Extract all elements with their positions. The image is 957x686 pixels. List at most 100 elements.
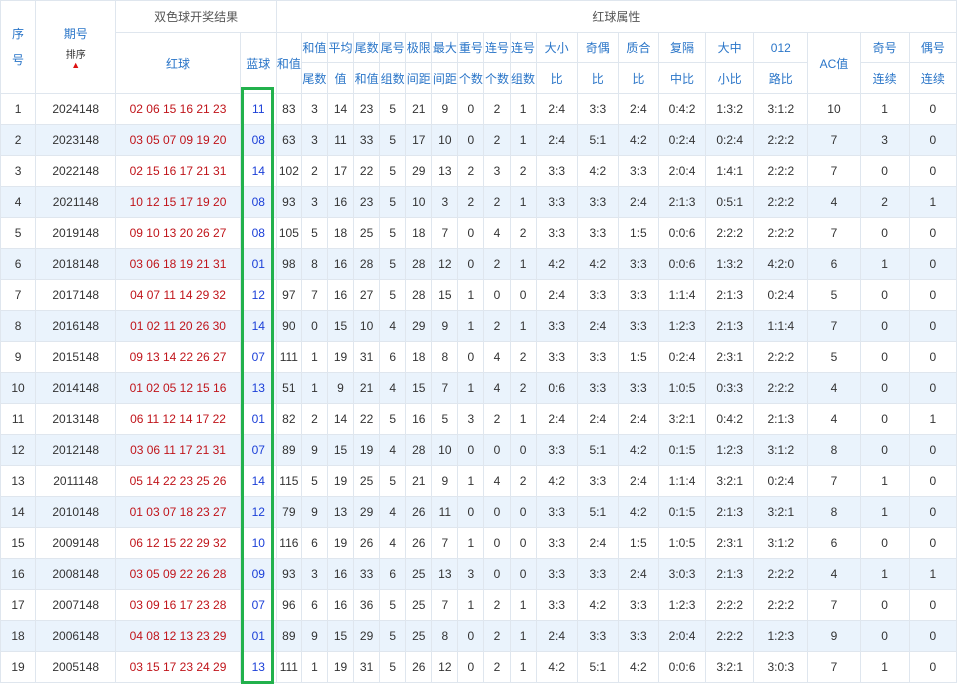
cell-route-012: 2:2:2	[753, 341, 809, 373]
cell-consecutive-count: 2	[483, 620, 511, 652]
cell-odd-streak: 1	[859, 496, 910, 528]
cell-blue-ball: 10	[239, 527, 277, 559]
cell-blue-ball: 07	[239, 341, 277, 373]
header-odd-streak-top: 奇号	[859, 32, 910, 63]
cell-seq: 17	[0, 589, 37, 621]
cell-blue-ball: 08	[239, 124, 277, 156]
cell-consecutive-groups: 1	[509, 93, 537, 125]
cell-period: 2008148	[35, 558, 117, 590]
cell-odd-streak: 0	[859, 527, 910, 559]
cell-repeat-count: 2	[457, 186, 485, 218]
cell-max-gap: 12	[431, 651, 459, 683]
cell-big-small: 3:3	[535, 589, 578, 621]
cell-ac-value: 9	[807, 620, 861, 652]
cell-odd-streak: 0	[859, 217, 910, 249]
cell-even-streak: 0	[908, 155, 957, 187]
cell-tail-sum: 27	[353, 279, 381, 311]
cell-average: 18	[326, 217, 355, 249]
cell-even-streak: 1	[908, 558, 957, 590]
cell-tail-groups: 5	[379, 93, 407, 125]
cell-ac-value: 10	[807, 93, 861, 125]
cell-red-balls: 06 11 12 14 17 22	[115, 403, 241, 435]
cell-average: 19	[326, 527, 355, 559]
cell-big-small: 3:3	[535, 496, 578, 528]
cell-ac-value: 6	[807, 248, 861, 280]
cell-prime-composite: 4:2	[617, 651, 659, 683]
cell-period: 2023148	[35, 124, 117, 156]
cell-repeat-skip-mid: 0:0:6	[657, 248, 707, 280]
cell-sum: 97	[275, 279, 302, 311]
cell-average: 16	[326, 558, 355, 590]
cell-tail-groups: 4	[379, 527, 407, 559]
cell-big-mid-small: 3:2:1	[705, 651, 755, 683]
cell-period: 2005148	[35, 651, 117, 683]
header-group-attr: 红球属性	[275, 0, 957, 33]
cell-extreme-gap: 29	[405, 155, 433, 187]
cell-tail-sum: 25	[353, 465, 381, 497]
cell-consecutive-groups: 2	[509, 465, 537, 497]
cell-tail-groups: 5	[379, 465, 407, 497]
cell-average: 19	[326, 341, 355, 373]
cell-odd-even: 3:3	[576, 620, 619, 652]
cell-seq: 18	[0, 620, 37, 652]
cell-max-gap: 7	[431, 217, 459, 249]
cell-big-mid-small: 3:2:1	[705, 465, 755, 497]
cell-extreme-gap: 10	[405, 186, 433, 218]
sort-label[interactable]: 排序	[37, 46, 115, 61]
cell-prime-composite: 1:5	[617, 527, 659, 559]
cell-consecutive-groups: 0	[509, 527, 537, 559]
cell-prime-composite: 4:2	[617, 124, 659, 156]
sort-arrow-icon[interactable]: ▲	[37, 61, 115, 70]
cell-route-012: 2:2:2	[753, 186, 809, 218]
cell-extreme-gap: 18	[405, 341, 433, 373]
cell-repeat-skip-mid: 2:0:4	[657, 155, 707, 187]
cell-consecutive-count: 0	[483, 279, 511, 311]
cell-even-streak: 0	[908, 279, 957, 311]
cell-route-012: 2:1:3	[753, 403, 809, 435]
cell-extreme-gap: 18	[405, 217, 433, 249]
cell-blue-ball: 12	[239, 279, 277, 311]
cell-average: 14	[326, 93, 355, 125]
cell-red-balls: 06 12 15 22 29 32	[115, 527, 241, 559]
cell-odd-even: 4:2	[576, 589, 619, 621]
table-header: 序号 期号 排序 ▲ 双色球开奖结果 红球属性 红球 蓝球 和值 和值 平均 尾…	[0, 0, 957, 94]
cell-big-small: 3:3	[535, 186, 578, 218]
cell-red-balls: 03 09 16 17 23 28	[115, 589, 241, 621]
header-col-bottom: 中比	[657, 62, 707, 94]
header-period[interactable]: 期号 排序 ▲	[35, 0, 117, 94]
cell-sum: 116	[275, 527, 302, 559]
cell-big-small: 3:3	[535, 310, 578, 342]
cell-odd-even: 4:2	[576, 248, 619, 280]
cell-consecutive-count: 2	[483, 93, 511, 125]
cell-odd-streak: 3	[859, 124, 910, 156]
cell-repeat-count: 0	[457, 434, 485, 466]
cell-consecutive-count: 2	[483, 124, 511, 156]
cell-seq: 14	[0, 496, 37, 528]
cell-odd-even: 3:3	[576, 93, 619, 125]
cell-period: 2019148	[35, 217, 117, 249]
cell-odd-even: 5:1	[576, 651, 619, 683]
header-col-bottom: 间距	[405, 62, 433, 94]
cell-big-mid-small: 1:3:2	[705, 93, 755, 125]
header-red: 红球	[115, 32, 241, 94]
cell-even-streak: 0	[908, 124, 957, 156]
cell-tail-sum: 22	[353, 155, 381, 187]
header-col-top: 大中	[705, 32, 755, 63]
cell-repeat-count: 2	[457, 155, 485, 187]
cell-route-012: 4:2:0	[753, 248, 809, 280]
cell-red-balls: 09 10 13 20 26 27	[115, 217, 241, 249]
cell-red-balls: 03 05 09 22 26 28	[115, 558, 241, 590]
header-col-top: 奇偶	[576, 32, 619, 63]
cell-big-mid-small: 1:4:1	[705, 155, 755, 187]
cell-seq: 2	[0, 124, 37, 156]
cell-consecutive-groups: 1	[509, 186, 537, 218]
cell-repeat-count: 1	[457, 527, 485, 559]
cell-extreme-gap: 25	[405, 620, 433, 652]
cell-consecutive-groups: 1	[509, 310, 537, 342]
cell-prime-composite: 3:3	[617, 620, 659, 652]
cell-even-streak: 0	[908, 217, 957, 249]
cell-big-small: 2:4	[535, 93, 578, 125]
cell-odd-even: 3:3	[576, 279, 619, 311]
cell-repeat-count: 3	[457, 558, 485, 590]
cell-repeat-count: 0	[457, 341, 485, 373]
